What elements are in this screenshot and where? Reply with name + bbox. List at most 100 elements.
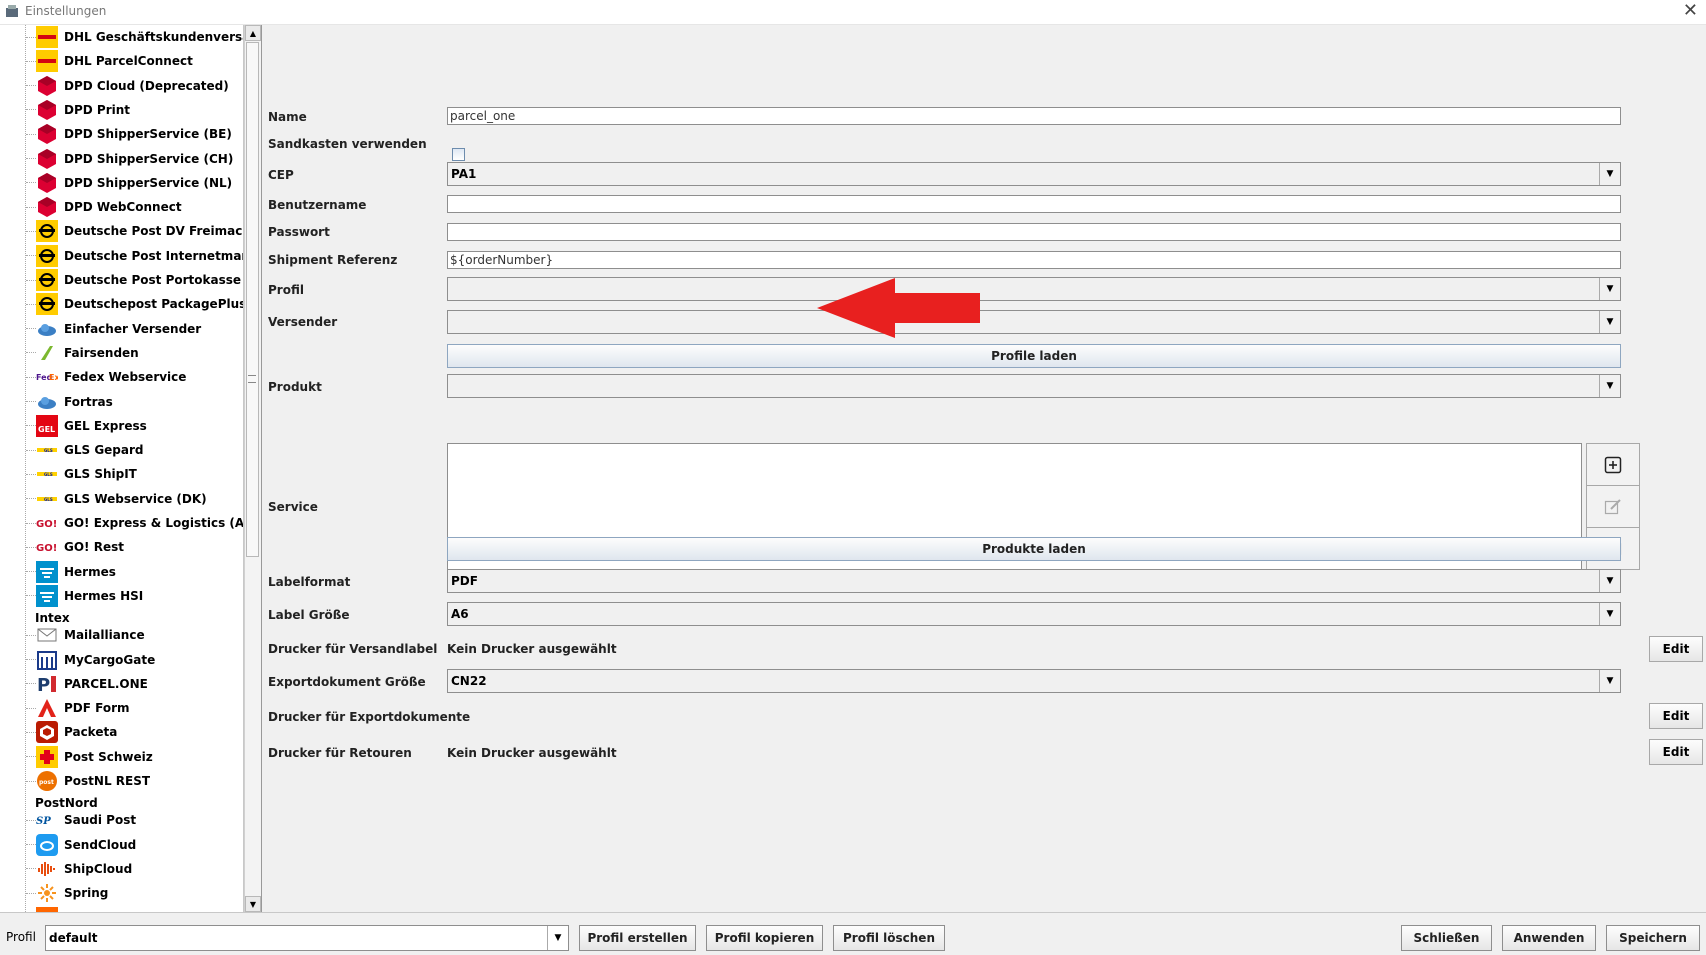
load-products-button[interactable]: Produkte laden [447,537,1621,561]
edit-label-printer-button[interactable]: Edit [1649,636,1703,662]
chevron-down-icon[interactable]: ▼ [1599,570,1620,592]
profil-select[interactable]: ▼ [447,277,1621,301]
tree-item[interactable]: SP Saudi Post [26,808,136,832]
tree-connector [26,522,36,524]
profile-select[interactable]: default ▼ [45,925,569,951]
tree-item[interactable]: Einfacher Versender [26,317,201,341]
chevron-down-icon[interactable]: ▼ [1599,375,1620,397]
chevron-down-icon[interactable]: ▼ [1599,278,1620,300]
chevron-down-icon[interactable]: ▼ [1599,311,1620,333]
edit-returns-printer-button[interactable]: Edit [1649,739,1703,765]
tree-item[interactable]: FedEx Fedex Webservice [26,365,186,389]
labelformat-select[interactable]: PDF ▼ [447,569,1621,593]
tree-item[interactable]: ShipCloud [26,857,132,881]
tree-item[interactable]: P PARCEL.ONE [26,672,148,696]
scroll-up-icon[interactable]: ▲ [245,25,261,41]
scroll-thumb[interactable] [246,42,259,557]
edit-export-printer-button[interactable]: Edit [1649,703,1703,729]
delete-profile-button[interactable]: Profil löschen [833,925,945,951]
tree-item[interactable]: DHL ParcelConnect [26,49,193,73]
tree-connector [26,352,36,354]
tree-item[interactable]: Packeta [26,720,117,744]
tree-item-label: PDF Form [64,701,130,716]
tree-item[interactable]: GEL GEL Express [26,414,147,438]
tree-item[interactable]: Post Schweiz [26,745,153,769]
dpd-icon [36,99,58,121]
tree-item[interactable]: DPD ShipperService (BE) [26,122,232,146]
chevron-down-icon[interactable]: ▼ [547,926,568,950]
tree-scrollbar[interactable]: ▲ ▼ [244,25,262,912]
shipment-ref-label: Shipment Referenz [268,253,398,267]
tree-item[interactable]: Spring [26,881,108,905]
tree-item[interactable]: Fairsenden [26,341,139,365]
tree-item[interactable]: DPD ShipperService (CH) [26,147,233,171]
tree-item-label: Deutschepost PackagePlus [64,297,244,312]
scroll-grip [248,375,256,383]
password-field[interactable] [447,223,1621,241]
tree-item[interactable]: Deutschepost PackagePlus [26,292,244,316]
tree-item[interactable]: PDF Form [26,696,130,720]
produkt-select[interactable]: ▼ [447,374,1621,398]
tree-item[interactable]: Deutsche Post Internetmarke [26,244,243,268]
tree-connector [26,819,36,821]
dpd-icon [36,172,58,194]
apply-button[interactable]: Anwenden [1502,925,1596,951]
save-button[interactable]: Speichern [1606,925,1700,951]
tree-item-label: Einfacher Versender [64,321,202,336]
tree-item-label: DPD Cloud (Deprecated) [64,78,229,93]
export-size-select[interactable]: CN22 ▼ [447,669,1621,693]
envelope-icon [36,624,58,646]
tree-item[interactable]: DPD Cloud (Deprecated) [26,74,229,98]
post-schweiz-icon [36,745,58,768]
username-field[interactable] [447,195,1621,213]
shipment-ref-field[interactable]: ${orderNumber} [447,251,1621,269]
settings-form: Name parcel_one Sandkasten verwenden CEP… [261,25,1706,912]
chevron-down-icon[interactable]: ▼ [1599,603,1620,625]
labelsize-select[interactable]: A6 ▼ [447,602,1621,626]
tree-item[interactable]: Hermes [26,560,116,584]
tree-connector [26,255,36,257]
name-label: Name [268,110,307,124]
chevron-down-icon[interactable]: ▼ [1599,670,1620,692]
tree-item[interactable]: GLS GLS Gepard [26,438,144,462]
labelsize-value: A6 [451,607,469,621]
scroll-down-icon[interactable]: ▼ [245,896,261,912]
tree-item[interactable]: DPD ShipperService (NL) [26,171,232,195]
tree-item[interactable]: GLS GLS ShipIT [26,462,137,486]
tree-item[interactable]: Fortras [26,390,113,414]
tree-item[interactable]: MyCargoGate [26,648,155,672]
tree-item[interactable]: Deutsche Post DV Freimachung [26,219,243,243]
tree-item-label: Deutsche Post DV Freimachung [64,224,243,239]
tree-item[interactable]: post PostNL REST [26,769,150,793]
name-field[interactable]: parcel_one [447,107,1621,125]
add-service-button[interactable] [1586,443,1640,486]
carrier-tree[interactable]: DHL Geschäftskundenversand DHL ParcelConn… [0,25,244,912]
close-button[interactable]: Schließen [1401,925,1492,951]
cep-select[interactable]: PA1 ▼ [447,162,1621,186]
tree-connector [26,230,36,232]
tree-item[interactable]: DHL Geschäftskundenversand [26,25,243,49]
packeta-icon [36,721,58,744]
versender-select[interactable]: ▼ [447,310,1621,334]
tree-item[interactable]: GO! GO! Express & Logistics (AX4) [26,511,243,535]
tree-item[interactable]: GLS GLS Webservice (DK) [26,487,207,511]
load-profiles-button[interactable]: Profile laden [447,344,1621,368]
tree-item[interactable]: SendCloud [26,833,136,857]
tree-item[interactable]: Deutsche Post Portokasse [26,268,241,292]
svg-text:GO!: GO! [36,519,57,530]
sandbox-checkbox[interactable] [452,148,465,161]
copy-profile-button[interactable]: Profil kopieren [706,925,823,951]
tree-item[interactable]: Mailalliance [26,623,145,647]
deutsche-post-icon [36,293,58,316]
create-profile-button[interactable]: Profil erstellen [579,925,696,951]
edit-service-button[interactable] [1586,485,1640,528]
tree-item[interactable]: GO! GO! Rest [26,535,124,559]
close-icon[interactable]: ✕ [1683,1,1698,21]
plus-box-icon [1604,456,1622,473]
chevron-down-icon[interactable]: ▼ [1599,163,1620,185]
tree-item-label: SendCloud [64,837,137,852]
tree-item[interactable]: DPD WebConnect [26,195,182,219]
tree-item[interactable]: Hermes HSI [26,584,143,608]
tree-item[interactable]: DPD Print [26,98,130,122]
tree-item-label: DPD Print [64,102,130,117]
